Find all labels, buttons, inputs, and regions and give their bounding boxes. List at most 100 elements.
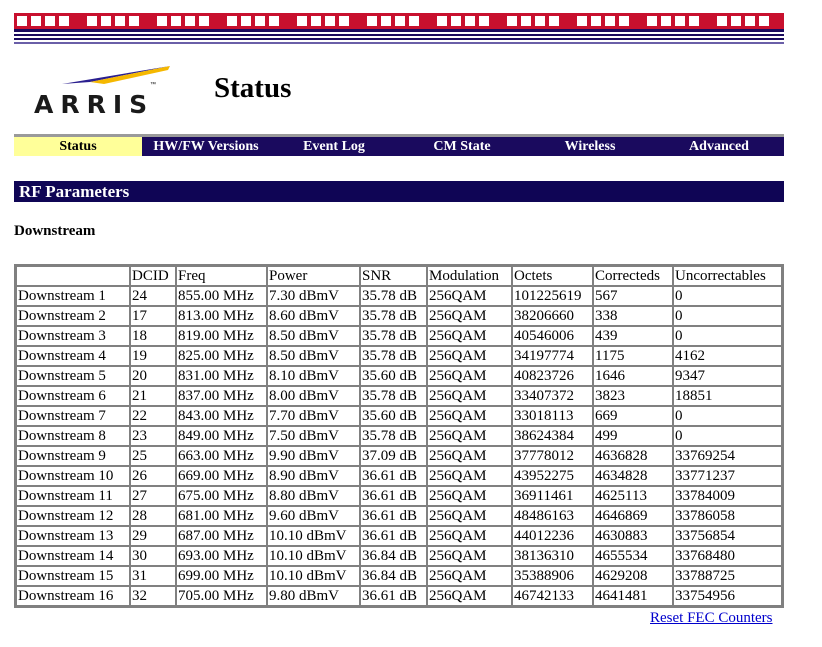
table-row: Downstream 2 17 813.00 MHz 8.60 dBmV 35.78 d… — [16, 306, 782, 326]
table-cell: 25 — [130, 446, 176, 466]
table-cell: 855.00 MHz — [176, 286, 267, 306]
table-cell: 0 — [673, 326, 782, 346]
banner-square — [367, 16, 377, 26]
row-label: Downstream 12 — [16, 506, 130, 526]
table-cell: 17 — [130, 306, 176, 326]
banner-square — [535, 16, 545, 26]
table-row: Downstream 10 26 669.00 MHz 8.90 dBmV 36.61 … — [16, 466, 782, 486]
banner-square — [731, 16, 741, 26]
row-label: Downstream 15 — [16, 566, 130, 586]
table-cell: 40546006 — [512, 326, 593, 346]
banner-square — [339, 16, 349, 26]
row-label: Downstream 6 — [16, 386, 130, 406]
banner-square — [577, 16, 587, 26]
table-cell: 256QAM — [427, 406, 512, 426]
table-cell: 35.60 dB — [360, 366, 427, 386]
logo-trademark: ™ — [150, 82, 156, 88]
logo-swoosh-icon — [62, 66, 170, 84]
nav-tab-wireless[interactable]: Wireless — [526, 137, 654, 156]
table-cell: 29 — [130, 526, 176, 546]
table-cell: 3823 — [593, 386, 673, 406]
table-cell: 567 — [593, 286, 673, 306]
row-label: Downstream 14 — [16, 546, 130, 566]
table-cell: 256QAM — [427, 566, 512, 586]
banner-square — [101, 16, 111, 26]
banner-square — [395, 16, 405, 26]
table-cell: 4655534 — [593, 546, 673, 566]
table-cell: 8.00 dBmV — [267, 386, 360, 406]
page-title: Status — [214, 72, 292, 104]
row-label: Downstream 7 — [16, 406, 130, 426]
table-cell: 9.60 dBmV — [267, 506, 360, 526]
table-cell: 28 — [130, 506, 176, 526]
table-cell: 256QAM — [427, 286, 512, 306]
table-cell: 33018113 — [512, 406, 593, 426]
table-cell: 9347 — [673, 366, 782, 386]
table-cell: 4636828 — [593, 446, 673, 466]
table-cell: 256QAM — [427, 546, 512, 566]
banner-square — [199, 16, 209, 26]
table-cell: 10.10 dBmV — [267, 526, 360, 546]
column-header: Uncorrectables — [673, 266, 782, 286]
table-cell: 33754956 — [673, 586, 782, 606]
banner-square — [479, 16, 489, 26]
table-cell: 4641481 — [593, 586, 673, 606]
banner-square — [129, 16, 139, 26]
table-cell: 36.61 dB — [360, 526, 427, 546]
table-row: Downstream 1 24 855.00 MHz 7.30 dBmV 35.78 d… — [16, 286, 782, 306]
table-cell: 35.60 dB — [360, 406, 427, 426]
banner-square — [647, 16, 657, 26]
row-label: Downstream 2 — [16, 306, 130, 326]
table-cell: 256QAM — [427, 466, 512, 486]
banner-square — [437, 16, 447, 26]
table-cell: 23 — [130, 426, 176, 446]
table-cell: 256QAM — [427, 386, 512, 406]
row-label: Downstream 8 — [16, 426, 130, 446]
row-label: Downstream 13 — [16, 526, 130, 546]
table-cell: 4629208 — [593, 566, 673, 586]
table-cell: 9.80 dBmV — [267, 586, 360, 606]
banner-square — [171, 16, 181, 26]
table-cell: 693.00 MHz — [176, 546, 267, 566]
nav-tab-event-log[interactable]: Event Log — [270, 137, 398, 156]
table-cell: 849.00 MHz — [176, 426, 267, 446]
table-cell: 36.61 dB — [360, 466, 427, 486]
table-cell: 8.50 dBmV — [267, 326, 360, 346]
banner-square — [185, 16, 195, 26]
top-banner — [14, 13, 784, 29]
banner-square — [619, 16, 629, 26]
table-cell: 0 — [673, 426, 782, 446]
table-cell: 36.61 dB — [360, 486, 427, 506]
table-cell: 256QAM — [427, 326, 512, 346]
table-cell: 681.00 MHz — [176, 506, 267, 526]
table-cell: 18851 — [673, 386, 782, 406]
table-cell: 4630883 — [593, 526, 673, 546]
table-cell: 38624384 — [512, 426, 593, 446]
table-cell: 33771237 — [673, 466, 782, 486]
table-cell: 499 — [593, 426, 673, 446]
table-cell: 669.00 MHz — [176, 466, 267, 486]
table-cell: 35.78 dB — [360, 386, 427, 406]
table-cell: 8.60 dBmV — [267, 306, 360, 326]
nav-tab-advanced[interactable]: Advanced — [654, 137, 784, 156]
table-cell: 32 — [130, 586, 176, 606]
table-cell: 813.00 MHz — [176, 306, 267, 326]
section-header: RF Parameters — [14, 181, 784, 202]
row-label: Downstream 4 — [16, 346, 130, 366]
banner-square — [87, 16, 97, 26]
nav-tab-cm-state[interactable]: CM State — [398, 137, 526, 156]
table-cell: 22 — [130, 406, 176, 426]
nav-tab-hw-fw-versions[interactable]: HW/FW Versions — [142, 137, 270, 156]
banner-square — [17, 16, 27, 26]
banner-square — [507, 16, 517, 26]
table-cell: 669 — [593, 406, 673, 426]
table-row: Downstream 6 21 837.00 MHz 8.00 dBmV 35.78 d… — [16, 386, 782, 406]
banner-square — [745, 16, 755, 26]
table-cell: 26 — [130, 466, 176, 486]
table-cell: 18 — [130, 326, 176, 346]
reset-fec-counters-link[interactable]: Reset FEC Counters — [650, 610, 773, 627]
banner-square — [59, 16, 69, 26]
nav-tab-status[interactable]: Status — [14, 137, 142, 156]
table-cell: 35.78 dB — [360, 286, 427, 306]
table-cell: 101225619 — [512, 286, 593, 306]
